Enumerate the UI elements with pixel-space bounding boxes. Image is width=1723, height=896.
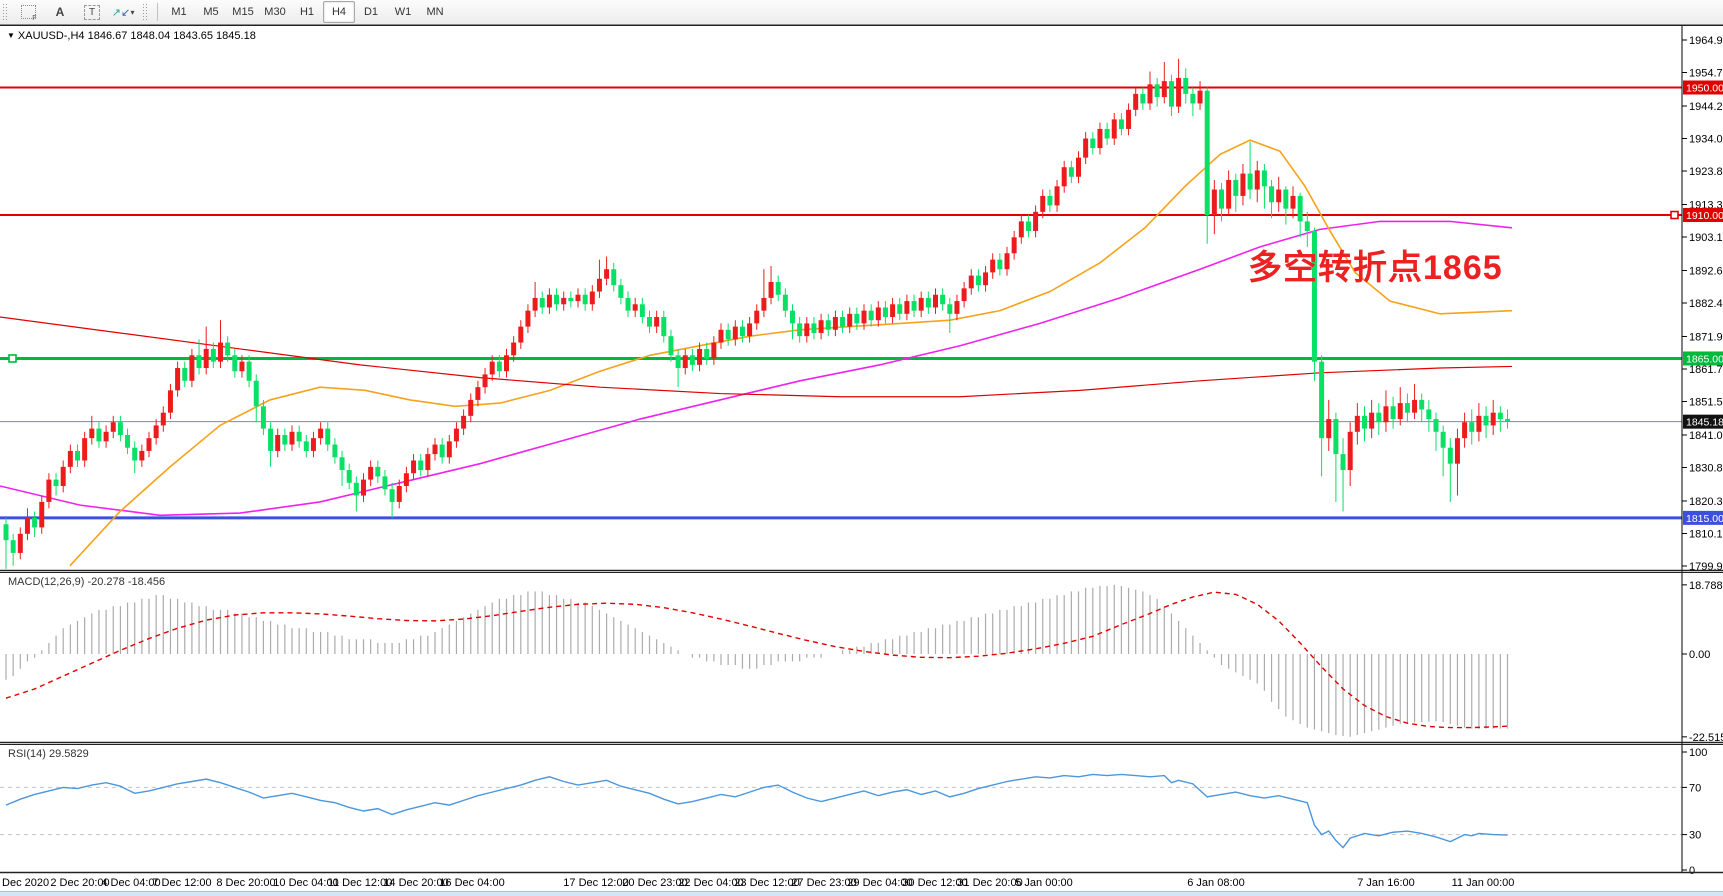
price-tick-label: 1830.80 (1689, 462, 1723, 474)
timeframe-button-h1[interactable]: H1 (291, 1, 323, 23)
price-tick-label: 1810.10 (1689, 528, 1723, 540)
time-axis-label: 7 Dec 12:00 (152, 877, 211, 889)
toolbar: F A T ↗↙ ▾ M1M5M15M30H1H4D1W1MN (0, 0, 1723, 25)
timeframe-group: M1M5M15M30H1H4D1W1MN (163, 1, 451, 23)
timeframe-button-mn[interactable]: MN (419, 1, 451, 23)
main-panel-bg (0, 25, 1723, 572)
price-tick-label: 1841.00 (1689, 430, 1723, 442)
price-tick-label: 1923.80 (1689, 166, 1723, 178)
time-axis-label: 23 Dec 12:00 (734, 877, 799, 889)
rsi-indicator-label: RSI(14) 29.5829 (8, 748, 89, 760)
rsi-panel-canvas[interactable]: 10070300 (0, 744, 1723, 874)
collapse-triangle-icon[interactable]: ▼ (7, 31, 15, 40)
price-badge-label: 1910.00 (1686, 210, 1723, 222)
crosshair-grid-button[interactable]: F (12, 1, 44, 23)
timeframe-button-m1[interactable]: M1 (163, 1, 195, 23)
chevron-down-icon[interactable]: ▾ (130, 8, 134, 17)
symbol-title: ▼XAUUSD-,H4 1846.67 1848.04 1843.65 1845… (7, 30, 256, 42)
price-tick-label: 1851.50 (1689, 397, 1723, 409)
timeframe-button-d1[interactable]: D1 (355, 1, 387, 23)
timeframe-button-m30[interactable]: M30 (259, 1, 291, 23)
toolbar-drag-handle-2[interactable] (142, 3, 148, 21)
macd-indicator-label: MACD(12,26,9) -20.278 -18.456 (8, 576, 165, 588)
arrows-icon: ↗↙ (113, 5, 128, 20)
timeframe-button-m5[interactable]: M5 (195, 1, 227, 23)
rsi-tick-label: 70 (1689, 782, 1701, 794)
timeframe-button-w1[interactable]: W1 (387, 1, 419, 23)
mt4-window: F A T ↗↙ ▾ M1M5M15M30H1H4D1W1MN ▼XAUUSD-… (0, 0, 1723, 896)
price-tick-label: 1892.60 (1689, 265, 1723, 277)
price-badge-label: 1845.18 (1686, 417, 1723, 429)
rsi-panel-bg (0, 744, 1723, 874)
price-tick-label: 1964.90 (1689, 35, 1723, 47)
time-axis-label: 16 Dec 04:00 (439, 877, 504, 889)
text-box-button[interactable]: T (76, 1, 108, 23)
time-axis[interactable]: 1 Dec 20202 Dec 20:004 Dec 04:007 Dec 12… (0, 874, 1723, 891)
time-axis-label: 31 Dec 20:00 (957, 877, 1022, 889)
time-axis-label: 5 Jan 00:00 (1015, 877, 1073, 889)
line-handle[interactable] (9, 355, 16, 362)
symbol-ohlc-text: XAUUSD-,H4 1846.67 1848.04 1843.65 1845.… (18, 30, 256, 42)
add-label-button[interactable]: A (44, 1, 76, 23)
price-tick-label: 1934.00 (1689, 134, 1723, 146)
toolbar-drag-handle[interactable] (2, 3, 8, 21)
macd-tick-label: 0.00 (1689, 649, 1710, 661)
price-tick-label: 1820.30 (1689, 496, 1723, 508)
time-axis-label: 6 Jan 08:00 (1187, 877, 1245, 889)
macd-tick-label: 18.788 (1689, 580, 1723, 592)
time-axis-label: 17 Dec 12:00 (563, 877, 628, 889)
toolbar-separator (157, 3, 158, 21)
timeframe-button-m15[interactable]: M15 (227, 1, 259, 23)
textbox-icon: T (84, 5, 100, 20)
price-tick-label: 1861.70 (1689, 364, 1723, 376)
time-axis-label: 8 Dec 20:00 (216, 877, 275, 889)
price-badge-label: 1815.00 (1686, 513, 1723, 525)
price-tick-label: 1944.20 (1689, 101, 1723, 113)
time-axis-label: 11 Jan 00:00 (1452, 877, 1515, 889)
price-tick-label: 1882.40 (1689, 298, 1723, 310)
price-tick-label: 1871.90 (1689, 331, 1723, 343)
grid-icon: F (21, 5, 36, 19)
main-chart-canvas[interactable]: 1964.901954.701944.201934.001923.801913.… (0, 25, 1723, 572)
time-axis-label: 7 Jan 16:00 (1357, 877, 1415, 889)
line-handle[interactable] (1671, 212, 1678, 219)
time-axis-label: 1 Dec 2020 (0, 877, 49, 889)
macd-panel-canvas[interactable]: 18.7880.00-22.515 (0, 572, 1723, 744)
price-tick-label: 1954.70 (1689, 68, 1723, 80)
window-bottom-edge (0, 891, 1723, 896)
price-badge-label: 1950.00 (1686, 82, 1723, 94)
chart-annotation-text[interactable]: 多空转折点1865 (1248, 240, 1503, 289)
rsi-tick-label: 100 (1689, 747, 1707, 759)
arrows-tool-button[interactable]: ↗↙ ▾ (108, 1, 140, 23)
letter-a-icon: A (53, 5, 68, 20)
price-tick-label: 1903.10 (1689, 232, 1723, 244)
price-badge-label: 1865.00 (1686, 353, 1723, 365)
timeframe-button-h4[interactable]: H4 (323, 1, 355, 23)
rsi-tick-label: 30 (1689, 830, 1701, 842)
